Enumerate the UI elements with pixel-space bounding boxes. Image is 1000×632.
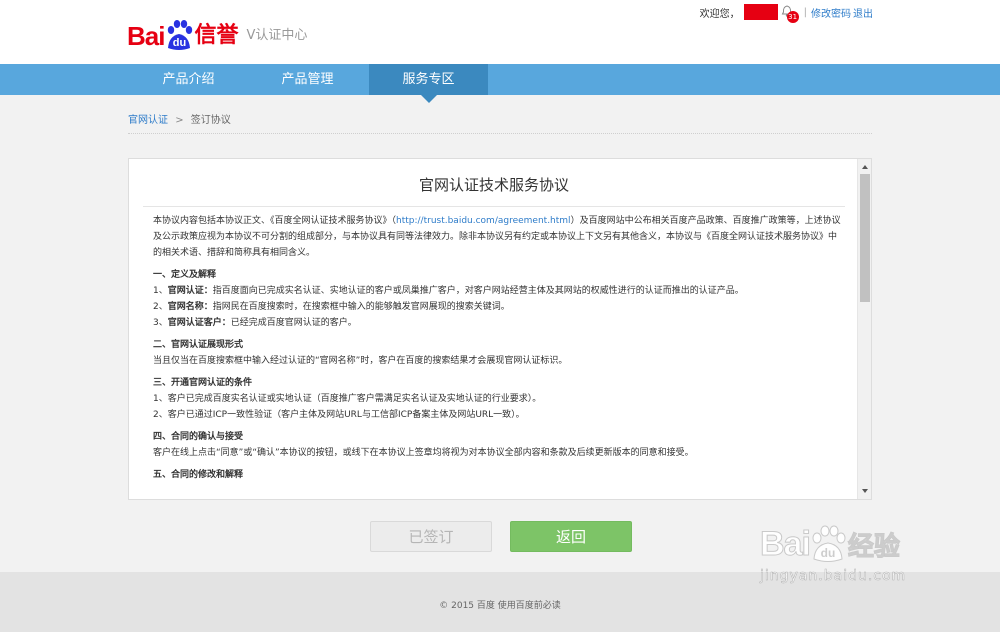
back-button[interactable]: 返回 [510, 521, 632, 552]
logo-du-text: du [172, 37, 187, 49]
term-label: 官网名称： [167, 302, 213, 312]
item-number: 1、 [153, 286, 168, 296]
section-5-title: 五、合同的修改和解释 [153, 470, 244, 480]
header: Bai du 信誉 V认证中心 欢迎您， 31 | 修改密码 退出 [0, 0, 1000, 64]
notification-count-badge: 31 [786, 11, 799, 23]
watermark-jingyan-text: 经验 [847, 531, 900, 562]
baidu-paw-icon: du [165, 18, 193, 54]
term-definition: 指百度面向已完成实名认证、实地认证的客户或凤巢推广客户，对客户网站经营主体及其网… [212, 286, 744, 296]
breadcrumb-link-official-cert[interactable]: 官网认证 [128, 115, 168, 126]
section-1-item-3: 3、官网认证客户：已经完成百度官网认证的客户。 [153, 315, 843, 331]
username-redacted [743, 4, 778, 20]
agreement-url-link[interactable]: http://trust.baidu.com/agreement.html [396, 216, 571, 226]
nav-item-service-zone[interactable]: 服务专区 [369, 64, 488, 103]
section-3-title: 三、开通官网认证的条件 [153, 378, 253, 388]
watermark-logo-row: Bai du 经验 [760, 524, 940, 564]
agreement-content: 官网认证技术服务协议 本协议内容包括本协议正文、《百度全网认证技术服务协议》（h… [129, 159, 857, 499]
section-2-title: 二、官网认证展现形式 [153, 340, 244, 350]
logo-subtitle: V认证中心 [246, 28, 308, 43]
section-1-title: 一、定义及解释 [153, 270, 217, 280]
breadcrumb: 官网认证 > 签订协议 [128, 111, 231, 126]
intro-paragraph: 本协议内容包括本协议正文、《百度全网认证技术服务协议》（http://trust… [153, 213, 843, 261]
term-definition: 指网民在百度搜索时，在搜索框中输入的能够触发官网展现的搜索关键词。 [212, 302, 510, 312]
watermark-du-text: du [821, 546, 836, 560]
section-2-text: 当且仅当在百度搜索框中输入经过认证的“官网名称”时，客户在百度的搜索结果才会展现… [153, 356, 568, 366]
notification-bell[interactable]: 31 [780, 4, 800, 23]
section-3-item-1: 1、客户已完成百度实名认证或实地认证（百度推广客户需满足实名认证及实地认证的行业… [153, 394, 542, 404]
breadcrumb-divider [128, 133, 872, 134]
watermark-paw-icon: du [810, 524, 846, 564]
term-label: 官网认证客户： [167, 318, 231, 328]
intro-text-pre: 本协议内容包括本协议正文、《百度全网认证技术服务协议》（ [153, 216, 397, 226]
section-4-text: 客户在线上点击“同意”或“确认”本协议的按钮，或线下在本协议上签章均将视为对本协… [153, 448, 694, 458]
item-number: 3、 [153, 318, 168, 328]
logo-bai-text: Bai [127, 21, 165, 51]
signed-button[interactable]: 已签订 [370, 521, 492, 552]
section-1-item-1: 1、官网认证：指百度面向已完成实名认证、实地认证的客户或凤巢推广客户，对客户网站… [153, 283, 843, 299]
scrollbar-thumb[interactable] [860, 174, 870, 302]
watermark-bai-text: Bai [760, 524, 812, 563]
breadcrumb-arrow: > [175, 115, 184, 126]
breadcrumb-current: 签订协议 [190, 115, 231, 126]
scroll-down-arrow-icon[interactable] [858, 485, 871, 497]
section-3-item-2: 2、客户已通过ICP一致性验证（客户主体及网站URL与工信部ICP备案主体及网站… [153, 410, 525, 420]
main-nav: 产品介绍 产品管理 服务专区 [0, 64, 1000, 103]
agreement-scrollbar[interactable] [857, 159, 871, 499]
nav-item-product-intro[interactable]: 产品介绍 [129, 64, 248, 95]
logo-xinyu-text: 信誉 [194, 23, 239, 48]
scroll-up-arrow-icon[interactable] [858, 161, 871, 173]
item-number: 2、 [153, 302, 168, 312]
change-password-link[interactable]: 修改密码 [811, 5, 851, 20]
section-1-item-2: 2、官网名称：指网民在百度搜索时，在搜索框中输入的能够触发官网展现的搜索关键词。 [153, 299, 843, 315]
separator: | [803, 6, 807, 18]
section-4-title: 四、合同的确认与接受 [153, 432, 244, 442]
baidu-jingyan-watermark: Bai du 经验 jingyan.baidu.com [760, 524, 940, 610]
watermark-url: jingyan.baidu.com [760, 568, 907, 585]
logout-link[interactable]: 退出 [853, 5, 873, 20]
term-definition: 已经完成百度官网认证的客户。 [230, 318, 357, 328]
agreement-body: 本协议内容包括本协议正文、《百度全网认证技术服务协议》（http://trust… [153, 207, 843, 483]
term-label: 官网认证： [167, 286, 213, 296]
welcome-text: 欢迎您， [699, 8, 740, 20]
user-bar: 欢迎您， 31 | 修改密码 退出 [699, 4, 873, 23]
agreement-panel[interactable]: 官网认证技术服务协议 本协议内容包括本协议正文、《百度全网认证技术服务协议》（h… [128, 158, 872, 500]
agreement-title: 官网认证技术服务协议 [143, 159, 845, 207]
baidu-xinyu-logo[interactable]: Bai du 信誉 V认证中心 [127, 10, 307, 54]
nav-item-product-management[interactable]: 产品管理 [248, 64, 367, 95]
